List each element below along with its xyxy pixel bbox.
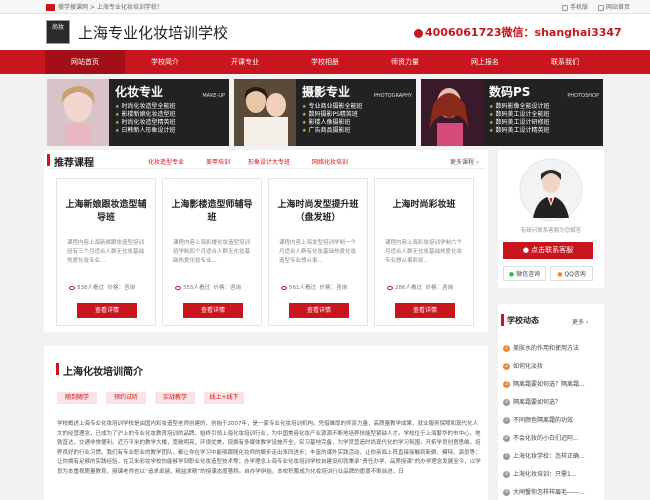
ps-model-image [421,79,483,146]
home-icon [597,4,604,11]
intro-paragraph: 学校概述上海专业化妆培训学校是由国内彩妆造型老师创建的，创始于2007年，是一家… [57,421,481,475]
nav-item-contact[interactable]: 联系我们 [525,50,605,74]
home-link[interactable]: 网站首页 [597,4,630,11]
view-details-button[interactable]: 查看详情 [289,303,349,318]
section-marker [56,363,59,375]
banner-photoshop[interactable]: 数码PS PHOTOSHOP 数码影像全能设计班 数码美工设计全能班 数码美工设… [421,79,603,146]
nav-item-courses[interactable]: 开课专业 [205,50,285,74]
nav-item-home[interactable]: 网站首页 [45,50,125,74]
banner-list: 数码影像全能设计班 数码美工设计全能班 数码美工设计研修班 数码美工设计精英班 [489,103,549,135]
tag: 线上+线下 [204,392,244,404]
intro-title: 上海化妆培训简介 [63,367,143,378]
mobile-icon [562,4,569,11]
courses-title: 推荐课程 [54,158,94,169]
eye-icon [387,285,393,290]
arrow-right-icon: › [585,319,589,326]
qq-consult-button[interactable]: ● QQ咨询 [550,266,593,281]
page-title: 上海专业化妆培训学校 [78,24,229,42]
news-item[interactable]: 7 上海化妆学校：怎样正确... [503,451,601,460]
banner-list: 时尚化妆造型全能班 影楼新娘化妆造型班 时尚化妆造型精英班 日韩新人形象设计班 [115,103,175,135]
breadcrumb[interactable]: 搜学搜课网 > 上海专业化妆培训学校！ [46,2,163,11]
course-card[interactable]: 上海新娘跟妆造型辅导班 课程内容上海新娘跟妆造型培训班有三个月适合人群无化妆基础… [56,178,156,326]
news-item[interactable]: 3 隔离霜要如何选？隔离霜... [503,379,601,388]
course-card[interactable]: 上海时尚发型提升班（盘发班） 课程内容上海发型培训学制一个月适合人群有化妆基础热… [268,178,368,326]
top-links: 手机版 网站首页 [554,2,630,11]
section-marker [501,314,504,326]
banner-list: 专业商业摄影全能班 数码摄影PS精英班 影楼人像摄影班 广告商品摄影班 [302,103,362,135]
more-courses-link[interactable]: 更多课程 › [450,157,478,166]
news-more-link[interactable]: 更多 › [572,317,588,326]
tab-makeup[interactable]: 化妆造型专业 [148,157,184,166]
advisor-avatar [519,158,583,222]
banner-makeup[interactable]: 化妆专业 MAKE-UP 时尚化妆造型全能班 影楼新娘化妆造型班 时尚化妆造型精… [47,79,229,146]
tab-online[interactable]: 网络化妆培训 [312,157,348,166]
news-item[interactable]: 8 上海化妆培训：只需1... [503,469,601,478]
view-details-button[interactable]: 查看详情 [77,303,137,318]
eye-icon [175,285,181,290]
news-item[interactable]: 6 不会化妆的小白们迈阿... [503,433,601,442]
main-nav: 网站首页 学校简介 开课专业 学校相册 师资力量 网上报名 联系我们 [0,50,650,74]
news-title: 学校动态 [507,316,539,325]
tab-image-design[interactable]: 形象设计大专班 [248,157,290,166]
tag: 实战教学 [155,392,195,404]
course-card[interactable]: 上海时尚彩妆班 课程内容上海彩妆培训学制六个月适合人群无化妆基础热爱化妆专业想从… [374,178,474,326]
news-item[interactable]: 5 不同颜色隔离霜的功效 [503,415,601,424]
nav-item-gallery[interactable]: 学校相册 [285,50,365,74]
mobile-link[interactable]: 手机版 [562,4,588,11]
hotline: 4006061723微信：shanghai3347 [414,24,622,40]
qq-icon: ● [557,271,563,278]
chat-icon: ● [522,246,532,254]
couple-photo-image [234,79,296,146]
view-details-button[interactable]: 查看详情 [395,303,455,318]
top-bar: 搜学搜课网 > 上海专业化妆培训学校！ 手机版 网站首页 [0,0,650,14]
wechat-consult-button[interactable]: ● 微信咨询 [503,266,546,281]
course-card[interactable]: 上海影楼造型师辅导班 课程内容上海影楼化妆造型培训班学制四个月适合人群无化妆基础… [162,178,262,326]
nav-item-teachers[interactable]: 师资力量 [365,50,445,74]
wechat-icon: ● [508,271,515,278]
news-item[interactable]: 2 如何化淡妆 [503,361,601,370]
arrow-right-icon: › [475,159,479,166]
news-item[interactable]: 9 大闸蟹你怎样样眉毛——... [503,487,601,496]
tag: 预约试听 [106,392,146,404]
logo[interactable]: 尚妆 [46,20,70,44]
model-portrait-image [47,79,109,146]
view-details-button[interactable]: 查看详情 [183,303,243,318]
banner-photography[interactable]: 摄影专业 PHOTOGRAPHY 专业商业摄影全能班 数码摄影PS精英班 影楼人… [234,79,416,146]
nav-item-about[interactable]: 学校简介 [125,50,205,74]
divider [47,168,484,169]
site-logo-icon [46,4,55,11]
news-item[interactable]: 4 隔离霜要如何选？ [503,397,601,406]
section-marker [47,154,50,166]
contact-service-button[interactable]: ● 点击联系客服 [503,242,593,259]
news-item[interactable]: 1 美肤水的作用和使用方法 [503,343,601,352]
advisor-hint: 有疑问联系客服为您解答 [520,228,582,234]
eye-icon [69,285,75,290]
tab-nails[interactable]: 美甲培训 [206,157,230,166]
phone-icon [414,28,423,38]
nav-item-signup[interactable]: 网上报名 [445,50,525,74]
eye-icon [281,285,287,290]
tag: 随到随学 [57,392,97,404]
